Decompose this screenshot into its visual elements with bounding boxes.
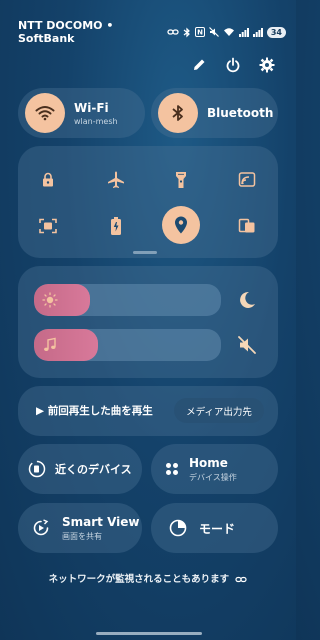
wifi-network-name: wlan-mesh [74,116,118,126]
brightness-slider[interactable] [34,284,221,316]
status-icons: N 34 [167,26,286,38]
home-tile[interactable]: Home デバイス操作 [151,444,278,494]
nearby-devices-icon [28,460,46,478]
smart-view-tile[interactable]: Smart View 画面を共有 [18,503,142,553]
power-icon[interactable] [224,56,242,74]
cast-icon[interactable] [235,168,259,192]
media-play-button[interactable]: ▶ 前回再生した曲を再生 [36,403,153,418]
home-subtitle: デバイス操作 [189,472,237,482]
home-title: Home [189,455,228,470]
battery-level: 34 [266,26,286,38]
carrier-name: NTT DOCOMO • SoftBank [18,19,114,45]
sliders-panel [18,266,278,378]
signal-icon [252,28,263,37]
bluetooth-title: Bluetooth [207,106,274,120]
nearby-devices-title: 近くのデバイス [55,463,132,476]
volume-slider[interactable] [34,329,221,361]
settings-icon[interactable] [258,56,276,74]
network-monitoring-text: ネットワークが監視されることもあります [48,574,230,585]
panel-drag-handle[interactable] [133,251,157,254]
edit-icon[interactable] [190,56,208,74]
svg-text:N: N [197,29,203,37]
wifi-icon [223,28,234,36]
mute-icon [208,27,219,37]
mode-tile[interactable]: モード [151,503,278,553]
gesture-home-bar[interactable] [96,632,202,635]
wifi-tile[interactable]: Wi-Fi wlan-mesh [18,88,145,138]
smart-view-icon [33,519,49,536]
location-toggle[interactable] [162,206,200,244]
location-icon [175,216,187,234]
dark-mode-icon[interactable] [235,288,259,312]
nfc-icon: N [194,27,205,37]
smart-view-title: Smart View [62,514,140,529]
lock-rotation-icon[interactable] [36,168,60,192]
link-icon [235,576,248,583]
signal-icon [238,28,249,37]
link-icon [167,29,179,35]
mode-title: モード [199,521,236,536]
smart-view-subtitle: 画面を共有 [62,531,102,541]
home-devices-icon [166,463,178,475]
quick-toggles-panel [18,146,278,258]
mute-icon[interactable] [235,333,259,357]
wifi-title: Wi-Fi [74,100,109,115]
multi-screen-icon[interactable] [235,214,259,238]
top-actions [190,56,276,74]
airplane-icon[interactable] [104,168,128,192]
bluetooth-toggle[interactable] [158,93,198,133]
status-bar: NTT DOCOMO • SoftBank N 34 [18,19,286,45]
sun-icon [42,292,58,308]
network-monitoring-notice[interactable]: ネットワークが監視されることもあります [0,571,296,585]
nearby-devices-tile[interactable]: 近くのデバイス [18,444,142,494]
music-note-icon [44,337,56,351]
screenshot-icon[interactable] [36,214,60,238]
mode-icon [169,519,187,537]
flashlight-icon[interactable] [169,168,193,192]
bluetooth-icon [172,105,183,121]
wifi-icon [35,106,55,121]
media-output-button[interactable]: メディア出力先 [174,398,264,423]
bluetooth-icon [183,27,190,37]
wifi-toggle[interactable] [25,93,65,133]
bluetooth-tile[interactable]: Bluetooth [151,88,278,138]
battery-saver-icon[interactable] [104,214,128,238]
